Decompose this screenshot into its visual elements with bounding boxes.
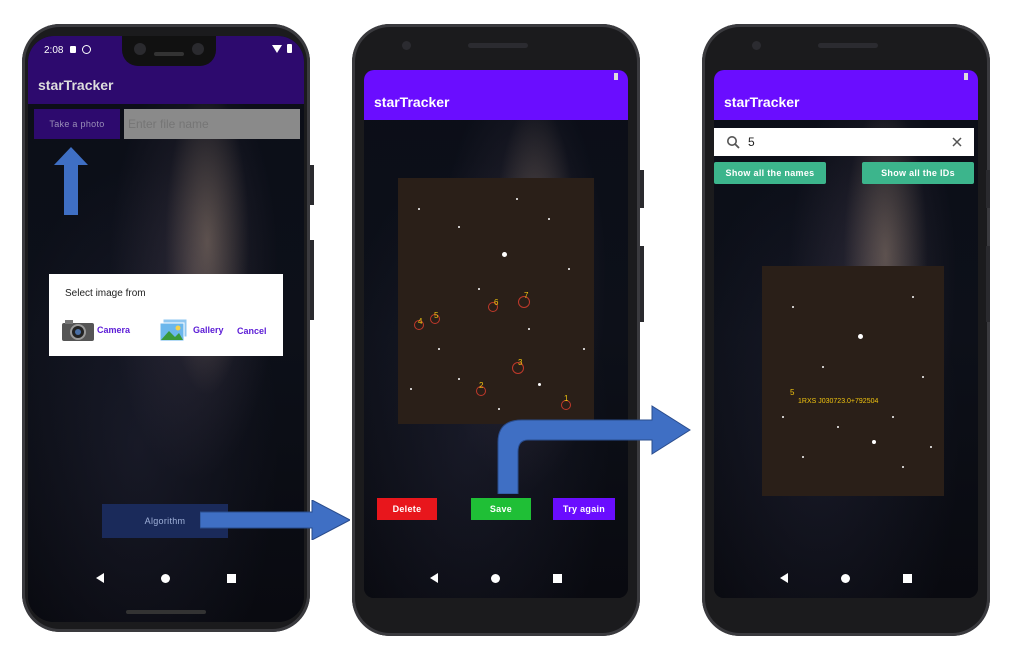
speaker-grille (126, 610, 206, 614)
nav-bar (364, 564, 628, 592)
phone-1: 2:08 starTracker Take a photo Select ima… (22, 24, 310, 632)
phone-2-screen: starTracker 1 2 3 4 5 6 7 Delete Save Tr… (364, 70, 628, 598)
show-all-ids-button[interactable]: Show all the IDs (862, 162, 974, 184)
dialog-cancel-button[interactable]: Cancel (237, 326, 267, 336)
battery-icon (964, 73, 968, 80)
identified-star-image: 5 1RXS J030723.0+792504 (762, 266, 944, 496)
captured-star-image: 1 2 3 4 5 6 7 (398, 178, 594, 424)
phone-1-power-button (310, 165, 314, 205)
app-bar: starTracker (364, 84, 628, 120)
up-arrow-annotation (54, 147, 88, 215)
app-bar: starTracker (714, 84, 978, 120)
star-marker-label-5: 5 (434, 311, 439, 320)
dialog-title: Select image from (65, 288, 146, 299)
phone-1-volume-button (310, 240, 314, 320)
search-icon (727, 136, 740, 149)
camera-notch (122, 36, 216, 66)
home-nav-icon[interactable] (160, 573, 170, 583)
phone-2-power-button (640, 170, 644, 208)
battery-icon (287, 44, 292, 53)
gallery-label: Gallery (193, 325, 224, 335)
star-marker-label-3: 3 (518, 358, 523, 367)
notification-icon (70, 46, 76, 53)
phone-3: starTracker 5 Show all the names Show al… (702, 24, 990, 636)
camera-label: Camera (97, 325, 131, 335)
camera-icon (62, 320, 94, 341)
recents-nav-icon[interactable] (552, 573, 562, 583)
sync-icon (82, 45, 91, 54)
close-icon[interactable] (952, 137, 962, 147)
front-camera (752, 41, 761, 50)
phone-3-volume-button (986, 246, 990, 322)
app-title: starTracker (374, 94, 450, 110)
star-marker-label-7: 7 (524, 291, 529, 300)
star-marker-label-2: 2 (479, 381, 484, 390)
try-again-button[interactable]: Try again (553, 498, 615, 520)
recents-nav-icon[interactable] (902, 573, 912, 583)
search-input[interactable]: 5 (748, 135, 755, 149)
star-marker-label-4: 4 (418, 317, 423, 326)
nav-bar (714, 564, 978, 592)
front-camera (402, 41, 411, 50)
earpiece (818, 43, 878, 48)
nav-bar (28, 564, 304, 592)
gallery-option[interactable]: Gallery (159, 318, 224, 342)
app-title: starTracker (38, 77, 114, 93)
identified-star-id: 1RXS J030723.0+792504 (798, 398, 879, 405)
back-nav-icon[interactable] (780, 573, 789, 583)
back-nav-icon[interactable] (430, 573, 439, 583)
curved-arrow-annotation (497, 405, 691, 494)
star-marker-label-6: 6 (494, 298, 499, 307)
home-nav-icon[interactable] (840, 573, 850, 583)
back-nav-icon[interactable] (96, 573, 105, 583)
delete-button[interactable]: Delete (377, 498, 437, 520)
select-image-dialog: Select image from Camera Gallery Cancel (49, 274, 283, 356)
status-bar (364, 70, 628, 84)
app-title: starTracker (724, 94, 800, 110)
file-name-input[interactable] (124, 109, 300, 139)
gallery-icon (159, 318, 188, 342)
phone-2-volume-button (640, 246, 644, 322)
app-bar: starTracker (28, 66, 304, 104)
show-all-names-button[interactable]: Show all the names (714, 162, 826, 184)
save-button[interactable]: Save (471, 498, 531, 520)
status-bar: 2:08 (28, 36, 304, 66)
right-arrow-annotation (200, 500, 350, 540)
battery-icon (614, 73, 618, 80)
phone-3-power-button (986, 170, 990, 208)
phone-3-screen: starTracker 5 Show all the names Show al… (714, 70, 978, 598)
search-bar[interactable]: 5 (714, 128, 974, 156)
take-photo-button[interactable]: Take a photo (34, 109, 120, 139)
identified-star-marker: 5 (790, 388, 795, 397)
phone-2: starTracker 1 2 3 4 5 6 7 Delete Save Tr… (352, 24, 640, 636)
earpiece (468, 43, 528, 48)
status-time: 2:08 (44, 45, 64, 56)
status-bar (714, 70, 978, 84)
wifi-icon (272, 45, 282, 53)
home-nav-icon[interactable] (490, 573, 500, 583)
recents-nav-icon[interactable] (226, 573, 236, 583)
camera-option[interactable]: Camera (61, 318, 130, 342)
